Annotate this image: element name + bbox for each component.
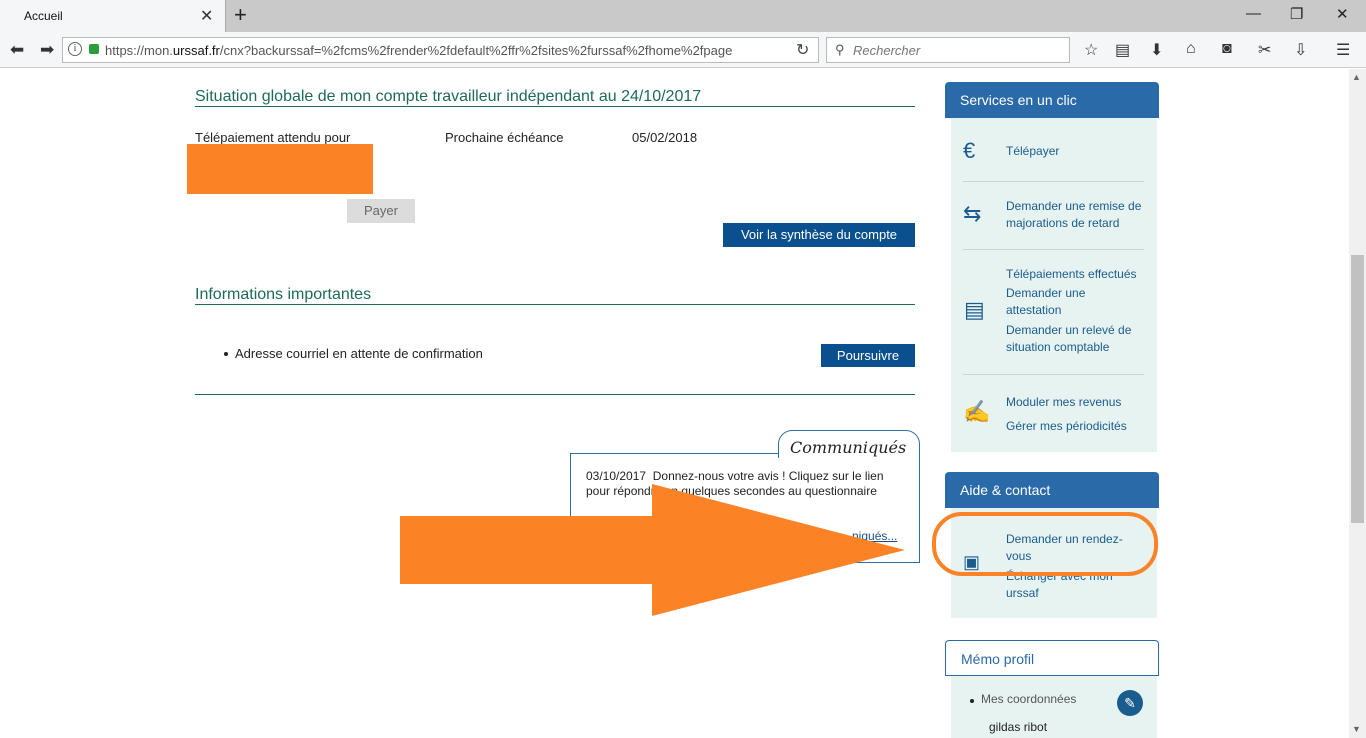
exchange-icon: ⇆: [963, 201, 982, 226]
payments-made-link[interactable]: Télépaiements effectués: [1006, 266, 1151, 283]
browser-nav-bar: ⬅ ➡ i https://mon.urssaf.fr/cnx?backurss…: [0, 32, 1366, 68]
search-input[interactable]: Rechercher: [853, 43, 920, 58]
browser-tab-bar: Accueil ✕ + — ❐ ✕: [0, 0, 1366, 32]
divider: [195, 304, 915, 305]
home-icon[interactable]: ⌂: [1186, 40, 1196, 58]
edit-hand-icon: ✍: [963, 399, 991, 424]
close-window-icon[interactable]: ✕: [1336, 5, 1349, 23]
bookmark-star-icon[interactable]: ☆: [1084, 40, 1098, 60]
bullet: [970, 699, 974, 703]
restore-icon[interactable]: ❐: [1290, 5, 1303, 23]
close-tab-icon[interactable]: ✕: [200, 6, 213, 26]
my-details-label: Mes coordonnées: [981, 692, 1077, 706]
search-icon: ⚲: [835, 42, 845, 57]
url-text[interactable]: https://mon.urssaf.fr/cnx?backurssaf=%2f…: [105, 43, 760, 58]
download-manager-icon[interactable]: ⇩: [1294, 40, 1307, 60]
browser-tab[interactable]: Accueil ✕: [0, 0, 226, 32]
next-due-date: 05/02/2018: [632, 130, 698, 145]
url-bar[interactable]: i https://mon.urssaf.fr/cnx?backurssaf=%…: [62, 37, 819, 63]
important-info-title: Informations importantes: [195, 286, 372, 303]
annotation-arrow: [400, 484, 905, 616]
annotation-highlight-ring: [932, 512, 1158, 576]
edit-pencil-icon[interactable]: ✎: [1117, 690, 1143, 716]
adjust-income-link[interactable]: Moduler mes revenus: [1006, 394, 1121, 411]
minimize-icon[interactable]: —: [1246, 5, 1261, 22]
document-icon: ▤: [964, 297, 985, 322]
payment-expected-label: Télépaiement attendu pour: [195, 130, 351, 145]
screenshot-tool-icon[interactable]: ✂: [1258, 40, 1271, 60]
divider: [963, 374, 1144, 375]
pocket-icon[interactable]: ◙: [1222, 40, 1232, 58]
scrollbar-thumb[interactable]: [1351, 255, 1364, 523]
lock-icon[interactable]: [89, 44, 99, 54]
memo-profile-title: Mémo profil: [945, 640, 1159, 676]
divider: [195, 394, 915, 395]
account-summary-button[interactable]: Voir la synthèse du compte: [723, 223, 915, 247]
request-certificate-link[interactable]: Demander une attestation: [1006, 285, 1126, 319]
communiques-border: [570, 453, 780, 454]
forward-icon[interactable]: ➡: [40, 40, 54, 60]
help-panel-title: Aide & contact: [945, 472, 1159, 508]
user-name: gildas ribot: [989, 720, 1048, 734]
info-icon[interactable]: i: [68, 42, 82, 56]
back-icon[interactable]: ⬅: [10, 40, 24, 60]
request-statement-link[interactable]: Demander un relevé de situation comptabl…: [1006, 322, 1151, 356]
pay-button[interactable]: Payer: [347, 199, 415, 223]
downloads-icon[interactable]: ⬇: [1150, 40, 1163, 60]
euro-icon: €: [963, 138, 976, 163]
scroll-up-icon[interactable]: ▲: [1352, 72, 1361, 82]
reading-list-icon[interactable]: ▤: [1115, 40, 1130, 60]
new-tab-icon[interactable]: +: [234, 2, 247, 28]
next-due-label: Prochaine échéance: [445, 130, 564, 145]
late-fee-waiver-link[interactable]: Demander une remise de majorations de re…: [1006, 198, 1151, 232]
account-situation-title: Situation globale de mon compte travaill…: [195, 88, 702, 105]
divider: [195, 106, 915, 107]
telepay-link[interactable]: Télépayer: [1006, 143, 1059, 160]
tab-title: Accueil: [24, 9, 63, 23]
scroll-down-icon[interactable]: ▼: [1352, 724, 1361, 734]
services-panel-title: Services en un clic: [945, 82, 1159, 118]
reload-icon[interactable]: ↻: [796, 40, 809, 60]
continue-button[interactable]: Poursuivre: [821, 344, 915, 367]
divider: [963, 249, 1144, 250]
bullet: [224, 352, 228, 356]
divider: [963, 181, 1144, 182]
search-bar[interactable]: ⚲ Rechercher: [826, 37, 1070, 63]
manage-periodicity-link[interactable]: Gérer mes périodicités: [1006, 418, 1127, 435]
menu-icon[interactable]: ☰: [1336, 40, 1350, 60]
info-item: Adresse courriel en attente de confirmat…: [235, 346, 483, 361]
communiques-title: Communiqués: [790, 438, 907, 457]
screenshot: Accueil ✕ + — ❐ ✕ ⬅ ➡ i https://mon.urss…: [0, 0, 1366, 738]
redacted-amount: [187, 144, 373, 194]
